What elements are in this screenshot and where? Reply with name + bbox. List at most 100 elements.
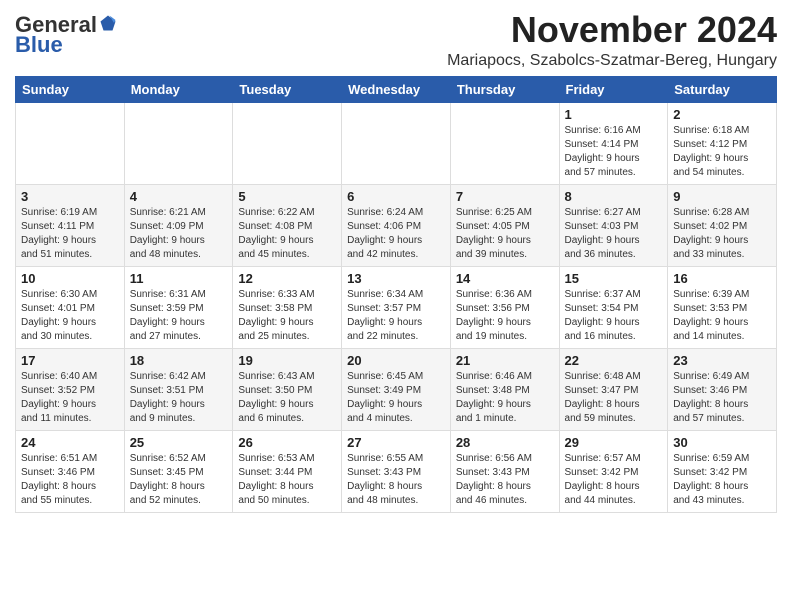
calendar-table: SundayMondayTuesdayWednesdayThursdayFrid…	[15, 76, 777, 513]
day-info: Sunrise: 6:36 AM Sunset: 3:56 PM Dayligh…	[456, 288, 554, 344]
weekday-header-sunday: Sunday	[16, 76, 125, 102]
calendar-cell: 1 Sunrise: 6:16 AM Sunset: 4:14 PM Daylig…	[559, 102, 668, 184]
day-number: 10	[21, 271, 119, 286]
day-info: Sunrise: 6:46 AM Sunset: 3:48 PM Dayligh…	[456, 370, 554, 426]
day-info: Sunrise: 6:27 AM Sunset: 4:03 PM Dayligh…	[565, 206, 663, 262]
day-number: 19	[238, 353, 336, 368]
day-number: 5	[238, 189, 336, 204]
day-number: 25	[130, 435, 228, 450]
day-number: 26	[238, 435, 336, 450]
weekday-header-thursday: Thursday	[450, 76, 559, 102]
calendar-cell: 9 Sunrise: 6:28 AM Sunset: 4:02 PM Daylig…	[668, 184, 777, 266]
calendar-cell: 18 Sunrise: 6:42 AM Sunset: 3:51 PM Dayli…	[124, 348, 233, 430]
calendar-cell: 28 Sunrise: 6:56 AM Sunset: 3:43 PM Dayli…	[450, 430, 559, 512]
logo-icon	[99, 14, 117, 32]
calendar-cell: 24Sunrise: 6:51 AM Sunset: 3:46 PM Dayli…	[16, 430, 125, 512]
calendar-cell: 15 Sunrise: 6:37 AM Sunset: 3:54 PM Dayli…	[559, 266, 668, 348]
day-number: 7	[456, 189, 554, 204]
calendar-cell	[124, 102, 233, 184]
day-number: 20	[347, 353, 445, 368]
calendar-cell: 29 Sunrise: 6:57 AM Sunset: 3:42 PM Dayli…	[559, 430, 668, 512]
weekday-header-monday: Monday	[124, 76, 233, 102]
week-row-1: 1 Sunrise: 6:16 AM Sunset: 4:14 PM Daylig…	[16, 102, 777, 184]
calendar-cell: 20 Sunrise: 6:45 AM Sunset: 3:49 PM Dayli…	[342, 348, 451, 430]
day-info: Sunrise: 6:18 AM Sunset: 4:12 PM Dayligh…	[673, 124, 771, 180]
calendar-cell: 27Sunrise: 6:55 AM Sunset: 3:43 PM Dayli…	[342, 430, 451, 512]
day-info: Sunrise: 6:31 AM Sunset: 3:59 PM Dayligh…	[130, 288, 228, 344]
calendar-cell: 8Sunrise: 6:27 AM Sunset: 4:03 PM Daylig…	[559, 184, 668, 266]
day-info: Sunrise: 6:40 AM Sunset: 3:52 PM Dayligh…	[21, 370, 119, 426]
day-number: 29	[565, 435, 663, 450]
day-info: Sunrise: 6:57 AM Sunset: 3:42 PM Dayligh…	[565, 452, 663, 508]
calendar-cell: 3Sunrise: 6:19 AM Sunset: 4:11 PM Daylig…	[16, 184, 125, 266]
day-number: 1	[565, 107, 663, 122]
day-number: 9	[673, 189, 771, 204]
calendar-cell: 13Sunrise: 6:34 AM Sunset: 3:57 PM Dayli…	[342, 266, 451, 348]
calendar-cell: 4 Sunrise: 6:21 AM Sunset: 4:09 PM Daylig…	[124, 184, 233, 266]
calendar-cell	[16, 102, 125, 184]
day-number: 4	[130, 189, 228, 204]
day-info: Sunrise: 6:25 AM Sunset: 4:05 PM Dayligh…	[456, 206, 554, 262]
calendar-cell: 17Sunrise: 6:40 AM Sunset: 3:52 PM Dayli…	[16, 348, 125, 430]
day-number: 13	[347, 271, 445, 286]
day-info: Sunrise: 6:37 AM Sunset: 3:54 PM Dayligh…	[565, 288, 663, 344]
day-info: Sunrise: 6:56 AM Sunset: 3:43 PM Dayligh…	[456, 452, 554, 508]
weekday-header-wednesday: Wednesday	[342, 76, 451, 102]
day-number: 24	[21, 435, 119, 450]
calendar-cell	[233, 102, 342, 184]
day-info: Sunrise: 6:24 AM Sunset: 4:06 PM Dayligh…	[347, 206, 445, 262]
page-header: General Blue November 2024 Mariapocs, Sz…	[15, 10, 777, 70]
day-info: Sunrise: 6:53 AM Sunset: 3:44 PM Dayligh…	[238, 452, 336, 508]
day-info: Sunrise: 6:48 AM Sunset: 3:47 PM Dayligh…	[565, 370, 663, 426]
calendar-cell: 11Sunrise: 6:31 AM Sunset: 3:59 PM Dayli…	[124, 266, 233, 348]
day-info: Sunrise: 6:59 AM Sunset: 3:42 PM Dayligh…	[673, 452, 771, 508]
day-number: 23	[673, 353, 771, 368]
day-number: 6	[347, 189, 445, 204]
calendar-cell: 16 Sunrise: 6:39 AM Sunset: 3:53 PM Dayli…	[668, 266, 777, 348]
day-number: 28	[456, 435, 554, 450]
weekday-header-friday: Friday	[559, 76, 668, 102]
day-number: 18	[130, 353, 228, 368]
calendar-cell: 22Sunrise: 6:48 AM Sunset: 3:47 PM Dayli…	[559, 348, 668, 430]
calendar-cell	[342, 102, 451, 184]
day-number: 2	[673, 107, 771, 122]
day-info: Sunrise: 6:43 AM Sunset: 3:50 PM Dayligh…	[238, 370, 336, 426]
day-number: 14	[456, 271, 554, 286]
day-info: Sunrise: 6:33 AM Sunset: 3:58 PM Dayligh…	[238, 288, 336, 344]
calendar-cell: 25Sunrise: 6:52 AM Sunset: 3:45 PM Dayli…	[124, 430, 233, 512]
weekday-header-row: SundayMondayTuesdayWednesdayThursdayFrid…	[16, 76, 777, 102]
calendar-body: 1 Sunrise: 6:16 AM Sunset: 4:14 PM Daylig…	[16, 102, 777, 512]
day-number: 16	[673, 271, 771, 286]
week-row-4: 17Sunrise: 6:40 AM Sunset: 3:52 PM Dayli…	[16, 348, 777, 430]
day-info: Sunrise: 6:28 AM Sunset: 4:02 PM Dayligh…	[673, 206, 771, 262]
calendar-cell: 5 Sunrise: 6:22 AM Sunset: 4:08 PM Daylig…	[233, 184, 342, 266]
day-info: Sunrise: 6:21 AM Sunset: 4:09 PM Dayligh…	[130, 206, 228, 262]
day-info: Sunrise: 6:16 AM Sunset: 4:14 PM Dayligh…	[565, 124, 663, 180]
calendar-cell: 6 Sunrise: 6:24 AM Sunset: 4:06 PM Daylig…	[342, 184, 451, 266]
logo: General Blue	[15, 10, 117, 58]
week-row-2: 3Sunrise: 6:19 AM Sunset: 4:11 PM Daylig…	[16, 184, 777, 266]
calendar-cell: 21Sunrise: 6:46 AM Sunset: 3:48 PM Dayli…	[450, 348, 559, 430]
calendar-cell: 7 Sunrise: 6:25 AM Sunset: 4:05 PM Daylig…	[450, 184, 559, 266]
day-info: Sunrise: 6:42 AM Sunset: 3:51 PM Dayligh…	[130, 370, 228, 426]
weekday-header-tuesday: Tuesday	[233, 76, 342, 102]
week-row-5: 24Sunrise: 6:51 AM Sunset: 3:46 PM Dayli…	[16, 430, 777, 512]
day-number: 30	[673, 435, 771, 450]
location-title: Mariapocs, Szabolcs-Szatmar-Bereg, Hunga…	[447, 52, 777, 70]
day-number: 15	[565, 271, 663, 286]
title-section: November 2024 Mariapocs, Szabolcs-Szatma…	[447, 10, 777, 70]
month-title: November 2024	[447, 10, 777, 50]
day-info: Sunrise: 6:22 AM Sunset: 4:08 PM Dayligh…	[238, 206, 336, 262]
calendar-cell: 2 Sunrise: 6:18 AM Sunset: 4:12 PM Daylig…	[668, 102, 777, 184]
calendar-cell: 30 Sunrise: 6:59 AM Sunset: 3:42 PM Dayli…	[668, 430, 777, 512]
logo-blue: Blue	[15, 32, 63, 58]
day-info: Sunrise: 6:39 AM Sunset: 3:53 PM Dayligh…	[673, 288, 771, 344]
calendar-cell: 23Sunrise: 6:49 AM Sunset: 3:46 PM Dayli…	[668, 348, 777, 430]
day-info: Sunrise: 6:45 AM Sunset: 3:49 PM Dayligh…	[347, 370, 445, 426]
day-info: Sunrise: 6:30 AM Sunset: 4:01 PM Dayligh…	[21, 288, 119, 344]
weekday-header-saturday: Saturday	[668, 76, 777, 102]
day-number: 3	[21, 189, 119, 204]
calendar-cell	[450, 102, 559, 184]
calendar-cell: 14 Sunrise: 6:36 AM Sunset: 3:56 PM Dayli…	[450, 266, 559, 348]
day-info: Sunrise: 6:55 AM Sunset: 3:43 PM Dayligh…	[347, 452, 445, 508]
